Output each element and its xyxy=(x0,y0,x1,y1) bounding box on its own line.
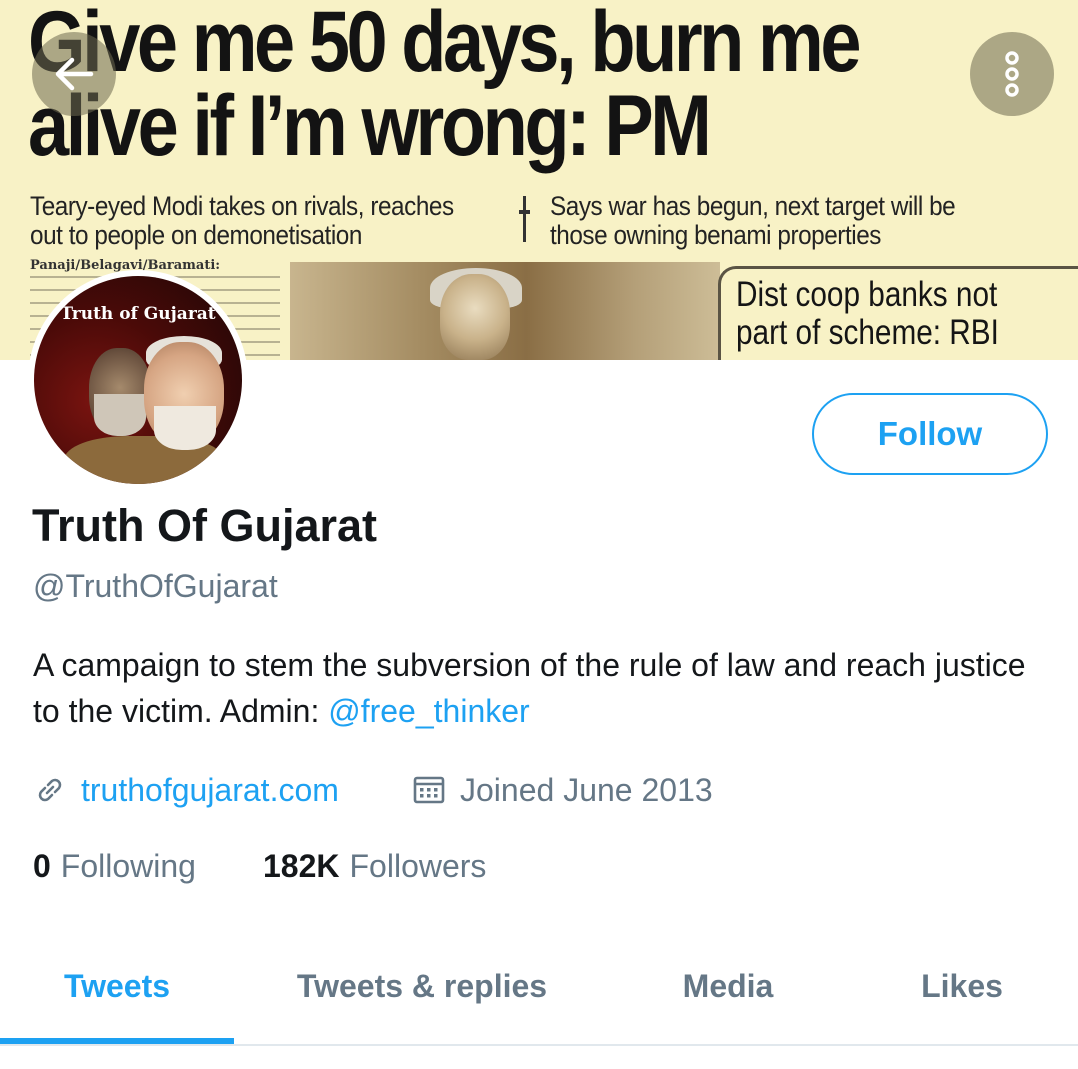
calendar-icon xyxy=(412,773,446,807)
banner-deck-left: Teary-eyed Modi takes on rivals, reaches… xyxy=(30,191,454,250)
avatar-figure-beard-left xyxy=(94,394,146,436)
more-vertical-icon xyxy=(1005,51,1019,97)
following-label: Following xyxy=(60,847,196,884)
avatar-figure-beard-right xyxy=(154,406,216,450)
banner-headline: Give me 50 days, burn me alive if I’m wr… xyxy=(28,0,931,174)
user-handle: @TruthOfGujarat xyxy=(33,568,278,604)
website-link[interactable]: truthofgujarat.com xyxy=(81,772,339,809)
tabs-divider xyxy=(0,1044,1078,1046)
arrow-left-icon xyxy=(55,57,94,91)
link-icon xyxy=(33,773,67,807)
banner-headline-line2: alive if I’m wrong: PM xyxy=(28,78,712,174)
banner-sidebox-text: Dist coop banks not part of scheme: RBI xyxy=(736,275,999,352)
back-button[interactable] xyxy=(32,32,116,116)
bio-mention-link[interactable]: @free_thinker xyxy=(328,693,529,729)
profile-bio: A campaign to stem the subversion of the… xyxy=(33,642,1043,734)
followers-label: Followers xyxy=(349,847,487,884)
display-name: Truth Of Gujarat xyxy=(32,500,378,551)
profile-tabs: Tweets Tweets & replies Media Likes xyxy=(0,930,1078,1046)
follow-button[interactable]: Follow xyxy=(812,393,1048,475)
banner-headline-line1: Give me 50 days, burn me xyxy=(28,0,861,90)
website-row: truthofgujarat.com xyxy=(33,770,339,810)
joined-date: Joined June 2013 xyxy=(460,771,713,808)
tab-likes[interactable]: Likes xyxy=(846,930,1078,1042)
avatar-image: Truth of Gujarat xyxy=(34,276,242,484)
following-stat[interactable]: 0 Following xyxy=(33,846,196,886)
avatar-caption: Truth of Gujarat xyxy=(60,304,216,324)
tab-tweets-and-replies[interactable]: Tweets & replies xyxy=(234,930,610,1042)
banner-divider xyxy=(519,196,530,242)
followers-count: 182K xyxy=(263,847,340,884)
banner-deck-right: Says war has begun, next target will be … xyxy=(550,191,956,250)
following-count: 0 xyxy=(33,847,51,884)
tab-media[interactable]: Media xyxy=(610,930,846,1042)
banner-photo xyxy=(290,262,720,360)
followers-stat[interactable]: 182K Followers xyxy=(263,846,486,886)
tab-tweets[interactable]: Tweets xyxy=(0,930,234,1042)
joined-row: Joined June 2013 xyxy=(412,770,713,810)
more-options-button[interactable] xyxy=(970,32,1054,116)
banner-photo-face xyxy=(440,274,510,360)
avatar[interactable]: Truth of Gujarat xyxy=(28,270,248,490)
